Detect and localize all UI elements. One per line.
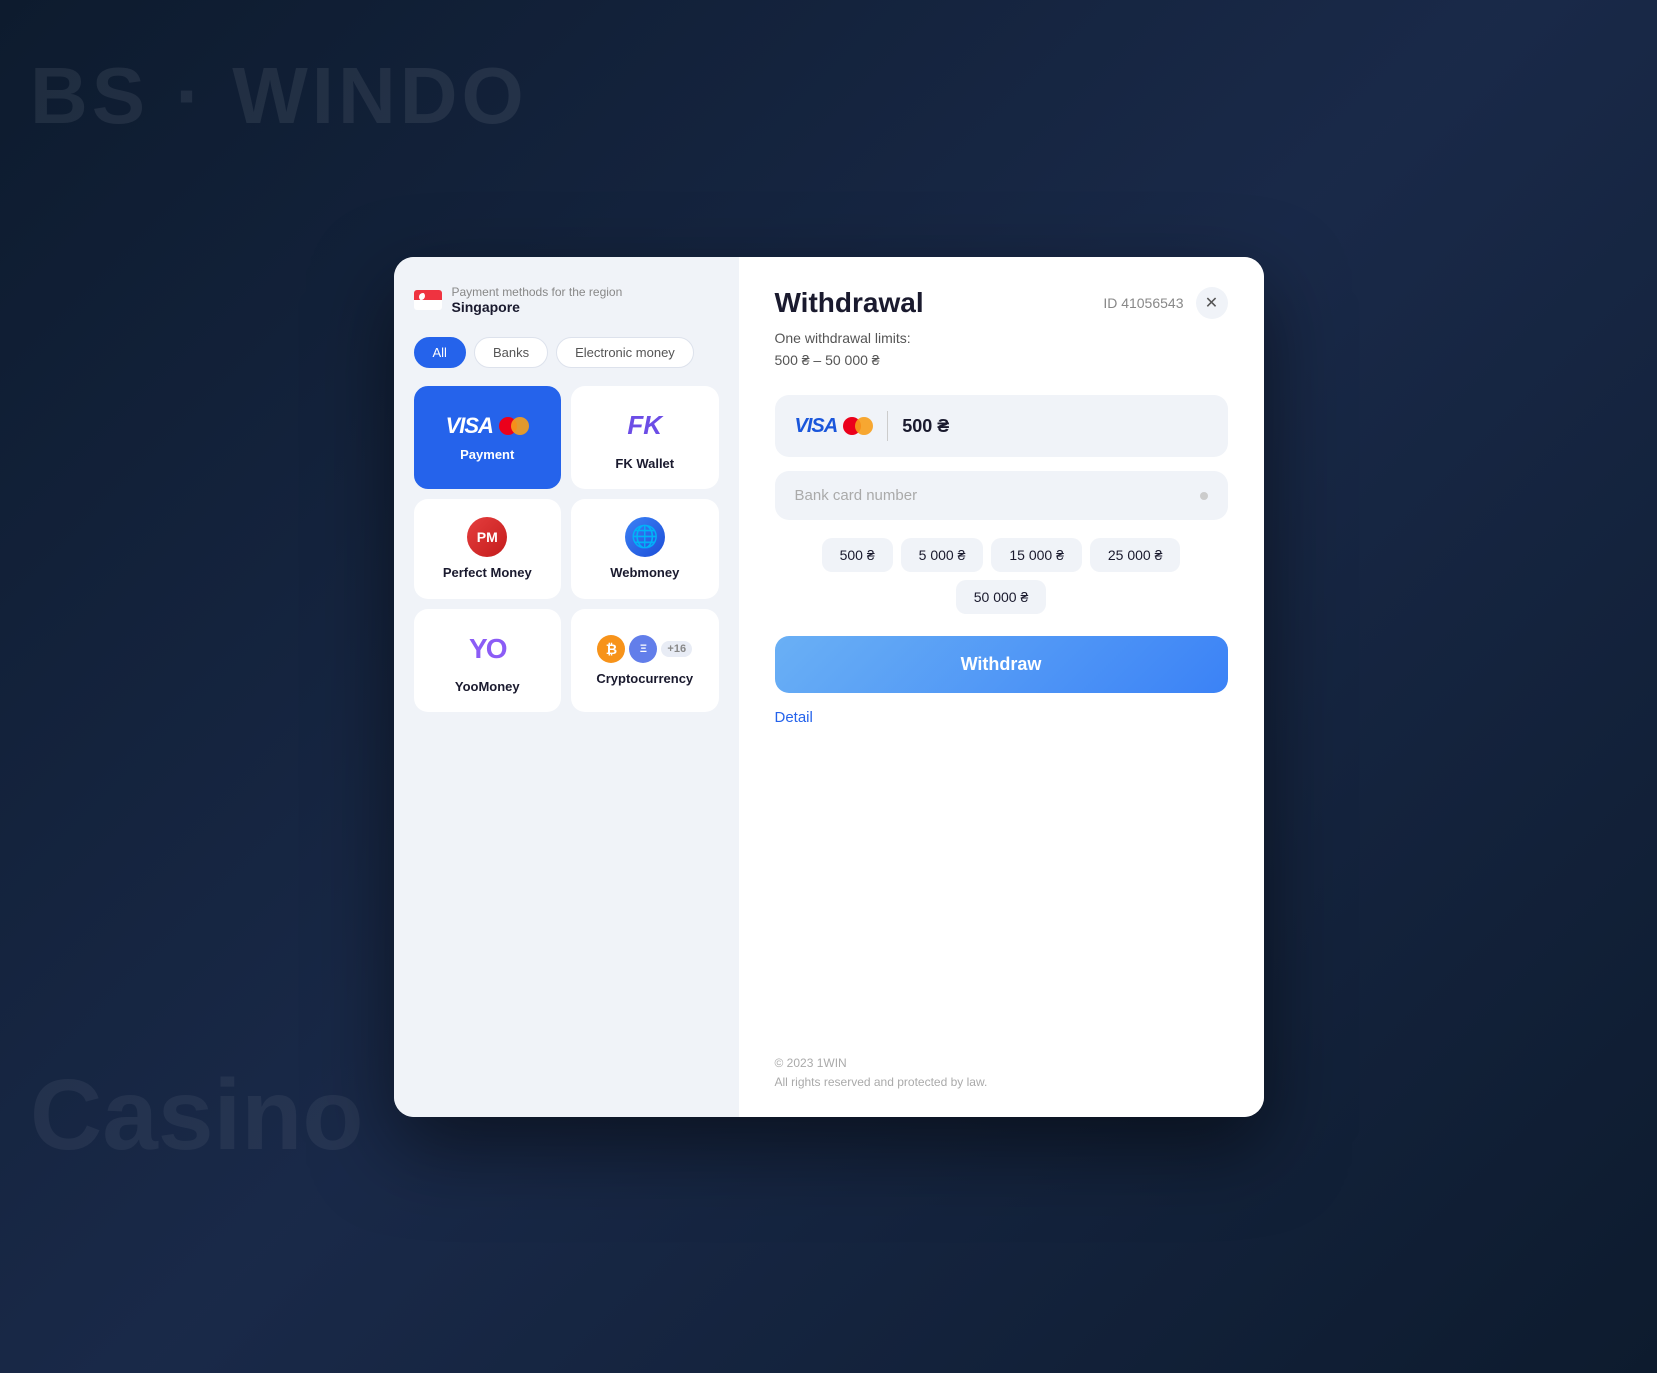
- withdraw-button[interactable]: Withdraw: [775, 636, 1228, 693]
- detail-link[interactable]: Detail: [775, 709, 1228, 726]
- card-dot-indicator: [1200, 492, 1208, 500]
- withdrawal-id: ID 41056543: [1103, 295, 1183, 311]
- limits-text: One withdrawal limits: 500 ₴ – 50 000 ₴: [775, 327, 1228, 372]
- cryptocurrency-label: Cryptocurrency: [596, 671, 693, 686]
- region-header: Payment methods for the region Singapore: [414, 285, 719, 315]
- region-text: Payment methods for the region Singapore: [452, 285, 623, 315]
- chip-5000[interactable]: 5 000 ₴: [901, 538, 984, 572]
- footer-line2: All rights reserved and protected by law…: [775, 1075, 988, 1089]
- visa-text-icon: VISA: [446, 413, 493, 439]
- amount-chips: 500 ₴ 5 000 ₴ 15 000 ₴ 25 000 ₴ 50 000 ₴: [775, 538, 1228, 614]
- payment-method-fk-wallet[interactable]: FK FK Wallet: [571, 386, 719, 489]
- webmoney-icon: 🌐: [625, 517, 665, 557]
- filter-tabs: All Banks Electronic money: [414, 337, 719, 368]
- withdrawal-modal: Payment methods for the region Singapore…: [394, 257, 1264, 1117]
- filter-banks[interactable]: Banks: [474, 337, 548, 368]
- region-name: Singapore: [452, 299, 623, 315]
- withdrawal-title: Withdrawal: [775, 287, 924, 319]
- fk-wallet-icon: FK: [623, 404, 667, 448]
- mastercard-icon: [499, 416, 529, 436]
- webmoney-label: Webmoney: [610, 565, 679, 580]
- card-placeholder-text: Bank card number: [795, 487, 918, 504]
- filter-all[interactable]: All: [414, 337, 466, 368]
- payment-method-webmoney[interactable]: 🌐 Webmoney: [571, 499, 719, 599]
- chip-15000[interactable]: 15 000 ₴: [991, 538, 1082, 572]
- region-label: Payment methods for the region: [452, 285, 623, 299]
- id-close-group: ID 41056543 ✕: [1103, 287, 1227, 319]
- payment-grid: VISA Payment FK FK Wallet PM Perfect Mo: [414, 386, 719, 712]
- chip-500[interactable]: 500 ₴: [822, 538, 893, 572]
- perfect-money-icon: PM: [467, 517, 507, 557]
- left-panel: Payment methods for the region Singapore…: [394, 257, 739, 1117]
- footer-line1: © 2023 1WIN: [775, 1056, 847, 1070]
- crypto-icons: ₿ Ξ +16: [597, 635, 692, 663]
- bank-card-input[interactable]: Bank card number: [775, 471, 1228, 520]
- mc-right-small: [855, 417, 873, 435]
- chip-50000[interactable]: 50 000 ₴: [956, 580, 1047, 614]
- perfect-money-label: Perfect Money: [443, 565, 532, 580]
- footer: © 2023 1WIN All rights reserved and prot…: [775, 1054, 988, 1092]
- bg-text: BS · WINDO: [30, 50, 528, 142]
- yoomoney-icon: YO: [465, 627, 509, 671]
- ethereum-icon: Ξ: [629, 635, 657, 663]
- bitcoin-icon: ₿: [597, 635, 625, 663]
- visa-payment-label: Payment: [460, 447, 514, 462]
- visa-logo: VISA: [446, 413, 529, 439]
- chip-25000[interactable]: 25 000 ₴: [1090, 538, 1181, 572]
- mastercard-small-icon: [843, 416, 873, 436]
- visa-blue-text: VISA: [795, 415, 838, 438]
- right-panel: Withdrawal ID 41056543 ✕ One withdrawal …: [739, 257, 1264, 1117]
- payment-method-yoomoney[interactable]: YO YooMoney: [414, 609, 562, 712]
- visa-amount-row: VISA 500 ₴: [775, 395, 1228, 457]
- visa-mc-logo: VISA: [795, 415, 874, 438]
- fk-wallet-label: FK Wallet: [615, 456, 674, 471]
- payment-method-visa[interactable]: VISA Payment: [414, 386, 562, 489]
- close-button[interactable]: ✕: [1196, 287, 1228, 319]
- payment-method-cryptocurrency[interactable]: ₿ Ξ +16 Cryptocurrency: [571, 609, 719, 712]
- crypto-plus-badge: +16: [661, 641, 692, 657]
- amount-value: 500 ₴: [902, 416, 949, 437]
- vertical-divider: [887, 411, 888, 441]
- filter-electronic[interactable]: Electronic money: [556, 337, 694, 368]
- mc-right-circle: [511, 417, 529, 435]
- right-header: Withdrawal ID 41056543 ✕: [775, 287, 1228, 319]
- payment-method-perfect-money[interactable]: PM Perfect Money: [414, 499, 562, 599]
- singapore-flag: [414, 290, 442, 310]
- bg-casino: Casino: [30, 1058, 363, 1173]
- yoomoney-label: YooMoney: [455, 679, 520, 694]
